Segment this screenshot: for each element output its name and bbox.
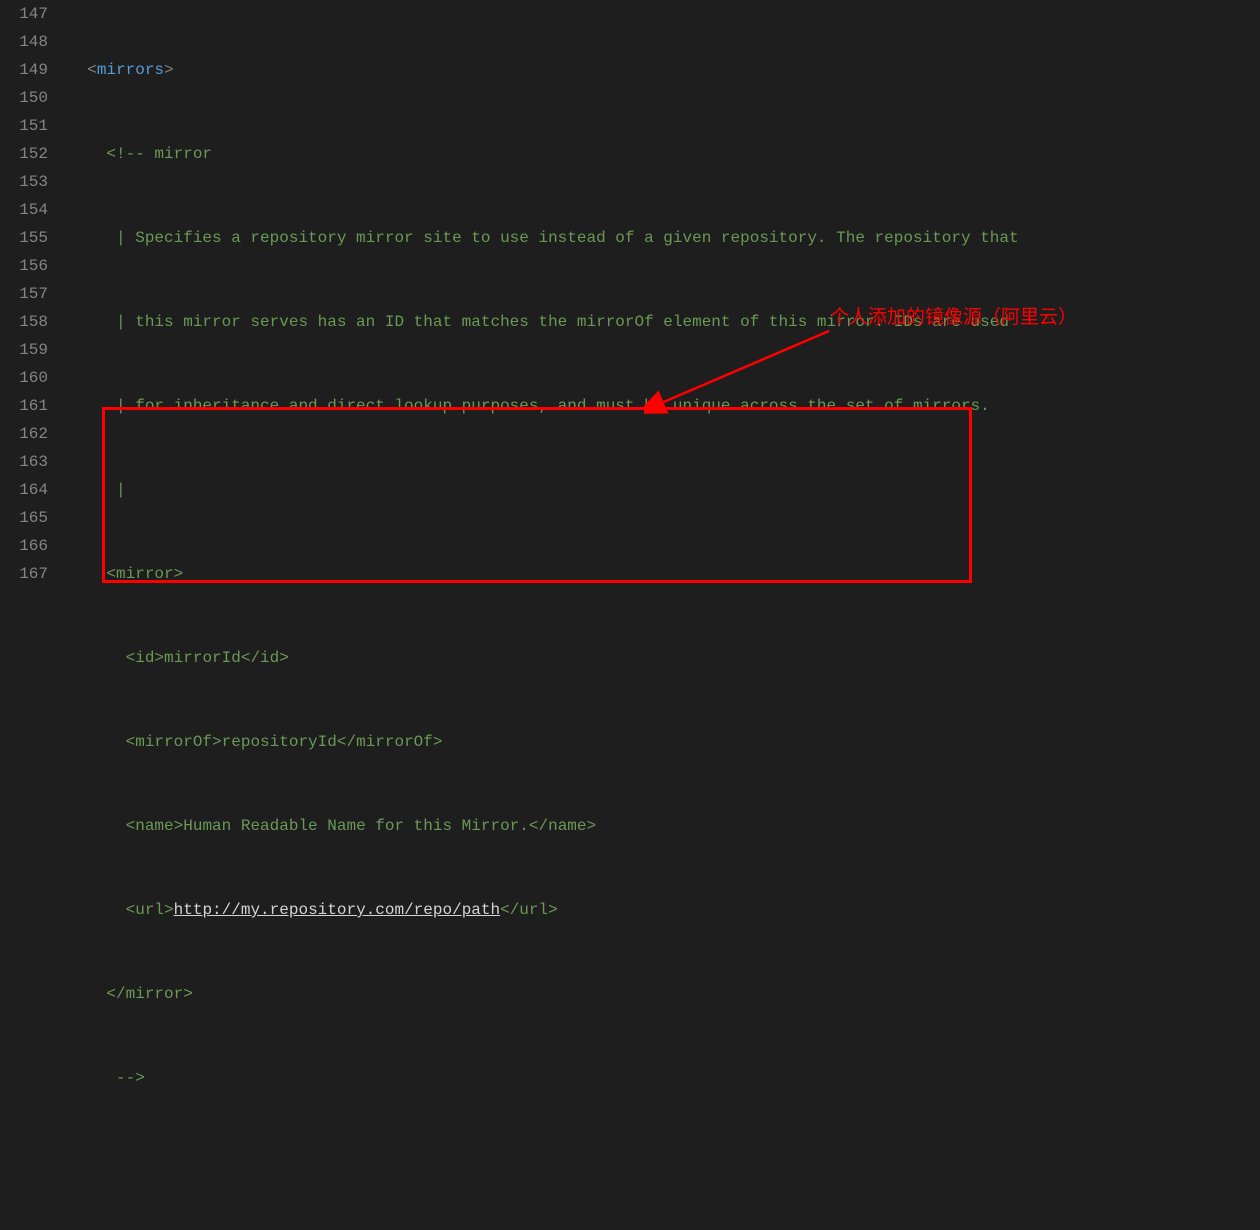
comment-val: Human Readable Name for this Mirror. [183, 817, 529, 835]
comment-url: http://my.repository.com/repo/path [174, 901, 500, 919]
line-number: 149 [0, 56, 48, 84]
comment-val: repositoryId [222, 733, 337, 751]
line-number: 151 [0, 112, 48, 140]
code-content[interactable]: <mirrors> <!-- mirror | Specifies a repo… [68, 0, 1260, 615]
comment-open: <!-- mirror [106, 145, 212, 163]
comment-text: | for inheritance and direct lookup purp… [106, 397, 989, 415]
line-gutter: 1471481491501511521531541551561571581591… [0, 0, 68, 615]
line-number: 165 [0, 504, 48, 532]
line-number: 157 [0, 280, 48, 308]
line-number: 167 [0, 560, 48, 588]
line-number: 166 [0, 532, 48, 560]
line-number: 161 [0, 392, 48, 420]
line-number: 156 [0, 252, 48, 280]
line-number: 147 [0, 0, 48, 28]
line-number: 162 [0, 420, 48, 448]
line-number: 148 [0, 28, 48, 56]
tag-mirrors-open: mirrors [97, 61, 164, 79]
comment-val: mirrorId [164, 649, 241, 667]
comment-text: | [106, 481, 125, 499]
line-number: 152 [0, 140, 48, 168]
line-number: 163 [0, 448, 48, 476]
comment-tag: mirrorOf [135, 733, 212, 751]
line-number: 158 [0, 308, 48, 336]
comment-tag: name [135, 817, 173, 835]
line-number: 155 [0, 224, 48, 252]
line-number: 153 [0, 168, 48, 196]
annotation-text: 个人添加的镜像源（阿里云） [830, 302, 1077, 329]
comment-tag: id [135, 649, 154, 667]
line-number: 154 [0, 196, 48, 224]
line-number: 159 [0, 336, 48, 364]
line-number: 164 [0, 476, 48, 504]
line-number: 160 [0, 364, 48, 392]
line-number: 150 [0, 84, 48, 112]
comment-close: --> [116, 1069, 145, 1087]
comment-text: | Specifies a repository mirror site to … [106, 229, 1018, 247]
comment-tag: url [135, 901, 164, 919]
